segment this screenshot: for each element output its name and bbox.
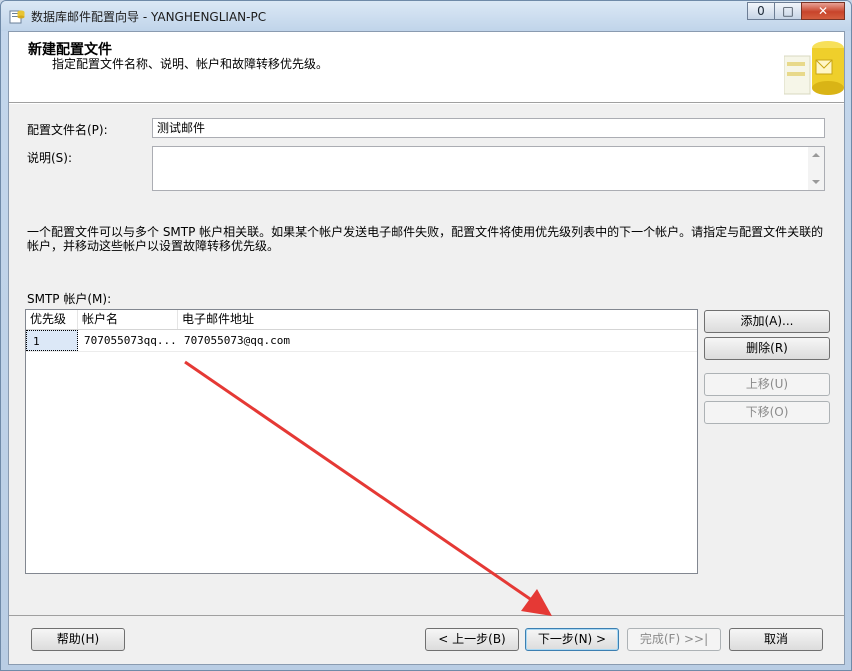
table-row[interactable]: 1 707055073qq... 707055073@qq.com <box>26 330 697 352</box>
minimize-icon: 0 <box>757 4 765 18</box>
move-down-button[interactable]: 下移(O) <box>704 401 830 424</box>
wizard-header: 新建配置文件 指定配置文件名称、说明、帐户和故障转移优先级。 <box>9 32 844 103</box>
scroll-up-arrow-icon[interactable] <box>812 153 820 157</box>
maximize-button[interactable]: □ <box>774 2 802 20</box>
add-account-button[interactable]: 添加(A)... <box>704 310 830 333</box>
cell-priority[interactable]: 1 <box>26 330 78 351</box>
cancel-button[interactable]: 取消 <box>729 628 823 651</box>
wizard-window: 数据库邮件配置向导 - YANGHENGLIAN-PC 0 □ ✕ 新建配置文件… <box>0 0 852 671</box>
column-header-account-name[interactable]: 帐户名 <box>78 310 178 329</box>
cell-account-name[interactable]: 707055073qq... <box>78 330 178 351</box>
description-label: 说明(S): <box>27 151 73 165</box>
profile-name-label: 配置文件名(P): <box>27 123 108 137</box>
maximize-icon: □ <box>782 4 794 18</box>
help-button[interactable]: 帮助(H) <box>31 628 125 651</box>
move-up-button[interactable]: 上移(U) <box>704 373 830 396</box>
header-separator <box>9 103 844 104</box>
cell-email[interactable]: 707055073@qq.com <box>178 330 693 351</box>
minimize-button[interactable]: 0 <box>747 2 775 20</box>
finish-button[interactable]: 完成(F) >>| <box>627 628 721 651</box>
grid-header: 优先级 帐户名 电子邮件地址 <box>26 310 697 330</box>
wizard-client-area: 新建配置文件 指定配置文件名称、说明、帐户和故障转移优先级。 配置文件名(P):… <box>8 31 845 665</box>
description-scrollbar[interactable] <box>808 147 824 190</box>
database-mail-banner-icon <box>784 41 844 95</box>
caption-buttons: 0 □ ✕ <box>747 2 845 22</box>
back-button[interactable]: < 上一步(B) <box>425 628 519 651</box>
scroll-down-arrow-icon[interactable] <box>812 180 820 184</box>
column-header-priority[interactable]: 优先级 <box>26 310 78 329</box>
window-title: 数据库邮件配置向导 - YANGHENGLIAN-PC <box>31 10 267 24</box>
page-subtitle: 指定配置文件名称、说明、帐户和故障转移优先级。 <box>52 57 329 71</box>
remove-account-button[interactable]: 删除(R) <box>704 337 830 360</box>
title-bar[interactable]: 数据库邮件配置向导 - YANGHENGLIAN-PC 0 □ ✕ <box>1 1 851 31</box>
column-header-email[interactable]: 电子邮件地址 <box>178 310 697 329</box>
description-textarea[interactable] <box>152 146 825 191</box>
smtp-accounts-grid[interactable]: 优先级 帐户名 电子邮件地址 1 707055073qq... 70705507… <box>25 309 698 574</box>
close-icon: ✕ <box>817 4 829 18</box>
smtp-accounts-label: SMTP 帐户(M): <box>27 292 112 306</box>
close-button[interactable]: ✕ <box>801 2 845 20</box>
profile-name-input[interactable]: 测试邮件 <box>152 118 825 138</box>
failover-info-text: 一个配置文件可以与多个 SMTP 帐户相关联。如果某个帐户发送电子邮件失败，配置… <box>27 225 824 253</box>
next-button[interactable]: 下一步(N) > <box>525 628 619 651</box>
database-mail-app-icon <box>9 10 25 24</box>
